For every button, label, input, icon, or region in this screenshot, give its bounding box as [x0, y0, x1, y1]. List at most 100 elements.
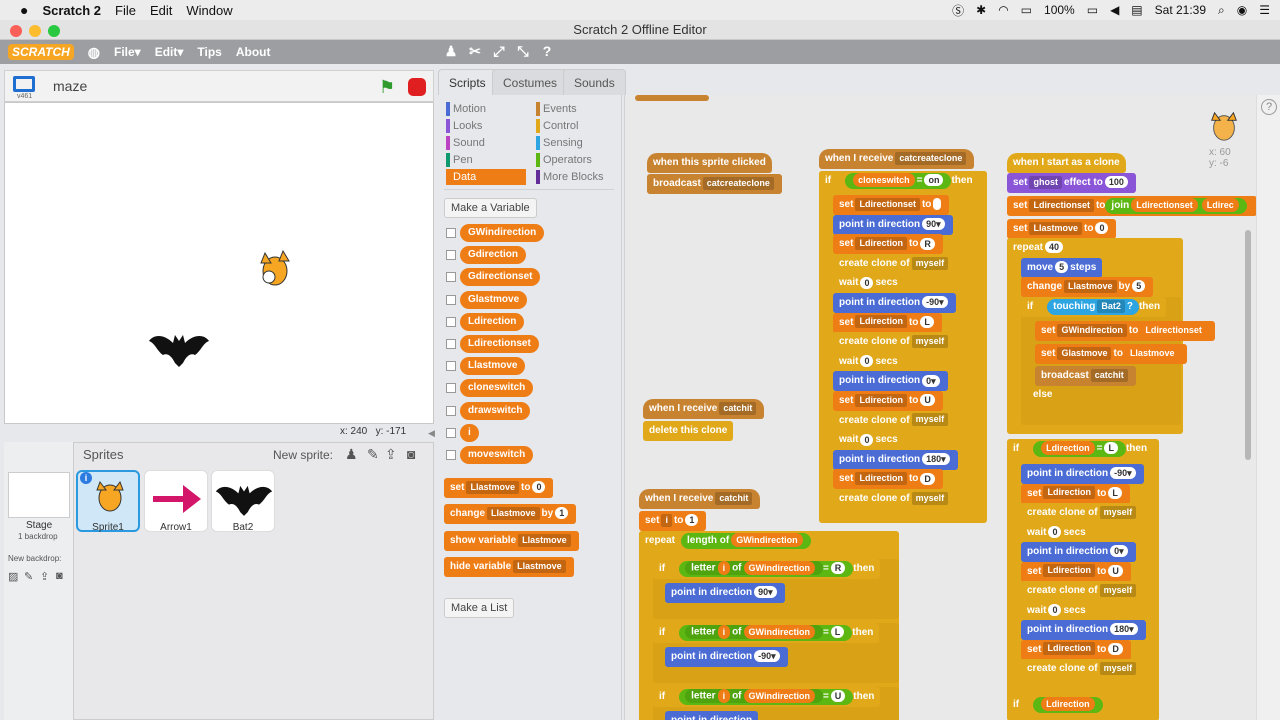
letter-operator[interactable]: letter i of GWindirection: [685, 561, 823, 576]
point-in-direction-block[interactable]: point in direction 180▾: [1021, 620, 1146, 640]
var-reporter[interactable]: i: [717, 561, 731, 576]
tab-costumes[interactable]: Costumes: [492, 69, 569, 95]
close-window-button[interactable]: [10, 25, 22, 37]
value-input[interactable]: 180▾: [1110, 623, 1138, 636]
object-dropdown[interactable]: myself: [911, 335, 949, 349]
globe-icon[interactable]: ◍: [88, 44, 100, 61]
equals-operator[interactable]: Ldirection = L: [1033, 441, 1126, 457]
var-dropdown[interactable]: Llastmove: [513, 559, 566, 573]
object-dropdown[interactable]: myself: [1099, 661, 1137, 675]
move-steps-block[interactable]: move 5 steps: [1021, 258, 1103, 278]
variable-checkbox[interactable]: [446, 250, 456, 261]
create-clone-of-block[interactable]: create clone of myself: [833, 410, 957, 431]
when-i-start-as-clone-hat[interactable]: when I start as a clone: [1007, 153, 1126, 173]
equals-operator[interactable]: letter i of GWindirection = U: [679, 689, 854, 705]
stop-sign-icon[interactable]: [408, 78, 426, 96]
set-block[interactable]: set Ldirection to U: [1021, 561, 1131, 582]
tab-scripts[interactable]: Scripts: [438, 69, 497, 95]
value-input[interactable]: -90▾: [754, 650, 780, 663]
backdrop-library-icon[interactable]: ▨: [8, 570, 18, 583]
value-input[interactable]: 5: [1055, 261, 1069, 274]
object-dropdown[interactable]: myself: [1099, 505, 1137, 519]
point-in-direction-block[interactable]: point in direction 90▾: [833, 214, 953, 235]
repeat-header[interactable]: repeat length of GWindirection: [639, 531, 813, 551]
set-block[interactable]: set Ldirection to L: [833, 312, 942, 333]
value-input[interactable]: 0: [1048, 525, 1062, 538]
script-area[interactable]: x: 60 y: -6 when this sprite clicked bro…: [624, 95, 1256, 720]
variable-checkbox[interactable]: [446, 294, 456, 305]
variable-reporter[interactable]: i: [460, 423, 479, 442]
value-input[interactable]: L: [830, 626, 845, 639]
stage-canvas[interactable]: [4, 102, 434, 424]
siri-icon[interactable]: ◉: [1237, 3, 1247, 17]
var-dropdown[interactable]: Ldirection: [1043, 642, 1095, 656]
point-in-direction-block[interactable]: point in direction -90▾: [665, 647, 788, 667]
var-dropdown[interactable]: Llastmove: [466, 480, 519, 494]
help-icon[interactable]: ?: [539, 43, 555, 59]
wait-block[interactable]: wait 0 secs: [1021, 600, 1092, 621]
battery-icon[interactable]: ▭: [1087, 3, 1098, 17]
zoom-window-button[interactable]: [48, 25, 60, 37]
variable-checkbox[interactable]: [446, 316, 456, 327]
variable-reporter[interactable]: Gdirectionset: [460, 268, 541, 287]
palette-hide-variable-block[interactable]: hide variable Llastmove: [444, 557, 574, 577]
variable-reporter[interactable]: Glastmove: [460, 290, 528, 309]
var-dropdown[interactable]: GWindirection: [1057, 323, 1127, 337]
var-dropdown[interactable]: Ldirection: [855, 237, 907, 251]
letter-operator[interactable]: letter i of GWindirection: [685, 689, 823, 704]
touching-sensor[interactable]: touching Bat2?: [1047, 299, 1139, 315]
var-dropdown[interactable]: Ldirection: [855, 393, 907, 407]
category-motion[interactable]: Motion: [446, 101, 486, 117]
variable-checkbox[interactable]: [446, 272, 456, 283]
var-dropdown[interactable]: Llastmove: [518, 533, 571, 547]
create-clone-of-block[interactable]: create clone of myself: [833, 253, 957, 274]
object-dropdown[interactable]: myself: [1099, 583, 1137, 597]
menubar-app-name[interactable]: Scratch 2: [42, 3, 101, 18]
variable-reporter[interactable]: Ldirection: [460, 312, 525, 331]
point-in-direction-block[interactable]: point in direction -90▾: [1021, 464, 1144, 484]
set-block[interactable]: set Ldirection to L: [1021, 483, 1130, 504]
message-dropdown[interactable]: catchit: [1090, 368, 1128, 382]
wait-block[interactable]: wait 0 secs: [833, 351, 904, 372]
create-clone-of-block[interactable]: create clone of myself: [1021, 503, 1145, 523]
set-glastmove-block[interactable]: set Glastmove to Llastmove: [1035, 344, 1188, 364]
point-in-direction-block[interactable]: point in direction 0▾: [833, 371, 948, 392]
wifi-icon[interactable]: ◠: [998, 3, 1008, 17]
var-dropdown[interactable]: Llastmove: [1029, 221, 1082, 235]
volume-icon[interactable]: ◀: [1110, 3, 1119, 17]
value-input[interactable]: U: [1108, 564, 1123, 577]
category-data[interactable]: Data: [446, 169, 526, 185]
create-clone-of-block[interactable]: create clone of myself: [833, 332, 957, 353]
variable-checkbox[interactable]: [446, 228, 456, 238]
if-ldirection-2-header[interactable]: if Ldirection: [1007, 695, 1109, 715]
value-input[interactable]: 0: [532, 481, 546, 494]
category-events[interactable]: Events: [536, 101, 577, 117]
collapse-stage-icon[interactable]: ◀: [428, 428, 435, 439]
when-i-receive-hat-3[interactable]: when I receive catchit: [639, 489, 761, 509]
sprite-library-icon[interactable]: ♟: [345, 446, 358, 463]
message-dropdown[interactable]: catchit: [715, 491, 753, 505]
point-in-direction-block[interactable]: point in direction: [665, 711, 759, 720]
bat-sprite[interactable]: [147, 329, 211, 369]
value-input[interactable]: 90▾: [754, 586, 777, 599]
camera-sprite-icon[interactable]: ◙: [407, 446, 415, 462]
equals-operator[interactable]: cloneswitch = on: [845, 173, 952, 189]
variable-reporter[interactable]: Ldirectionset: [460, 335, 539, 353]
minimize-window-button[interactable]: [29, 25, 41, 37]
value-input[interactable]: 0▾: [922, 374, 940, 387]
object-dropdown[interactable]: myself: [911, 256, 949, 270]
help-circle-icon[interactable]: ?: [1261, 99, 1277, 115]
variable-reporter[interactable]: moveswitch: [460, 446, 534, 464]
when-i-receive-hat[interactable]: when I receive catchit: [643, 399, 765, 419]
message-dropdown[interactable]: catchit: [719, 401, 757, 415]
tab-sounds[interactable]: Sounds: [563, 69, 626, 95]
var-reporter[interactable]: GWindirection: [743, 561, 815, 576]
set-block[interactable]: set Ldirection to U: [833, 391, 943, 411]
equals-operator[interactable]: Ldirection: [1033, 697, 1103, 713]
display-icon[interactable]: ▭: [1021, 3, 1032, 17]
value-input[interactable]: 1: [685, 514, 699, 527]
value-input[interactable]: 0: [1095, 222, 1109, 235]
value-input[interactable]: 0▾: [1110, 545, 1128, 558]
menubar-file[interactable]: File: [115, 3, 136, 18]
var-reporter[interactable]: Ldirection: [1041, 697, 1095, 712]
